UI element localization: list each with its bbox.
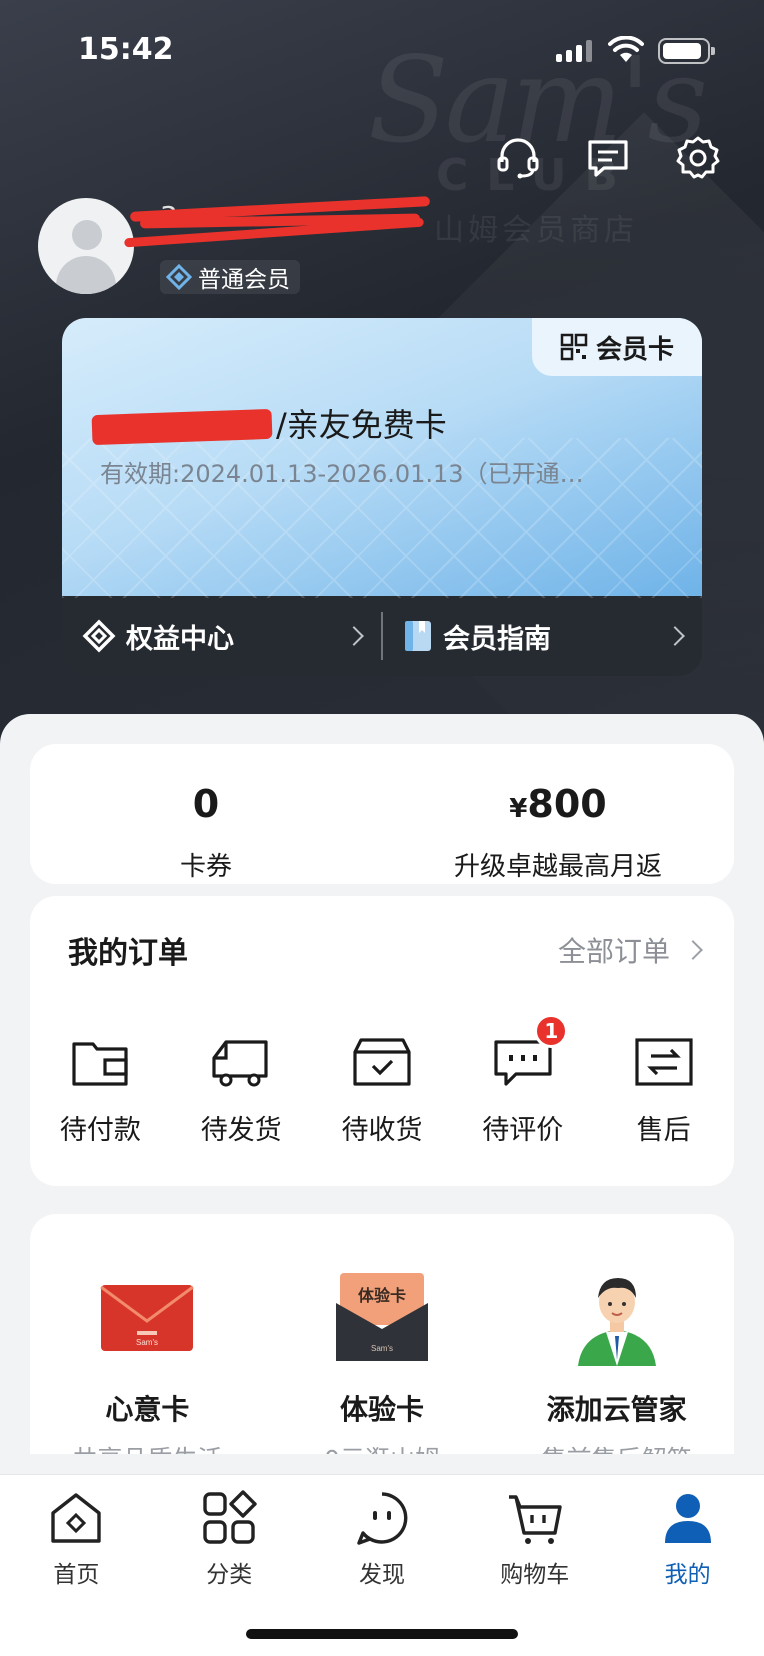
tab-profile-label: 我的 xyxy=(664,1562,711,1588)
tab-discover-label: 发现 xyxy=(358,1562,405,1588)
order-pending-shipment[interactable]: 待发货 xyxy=(171,1034,312,1147)
cloud-butler-name: 添加云管家 xyxy=(546,1393,687,1426)
all-orders-link[interactable]: 全部订单 xyxy=(557,930,703,970)
settings-icon[interactable] xyxy=(674,134,722,182)
chevron-right-icon xyxy=(344,626,364,646)
tab-cart[interactable]: 购物车 xyxy=(458,1475,611,1595)
svg-text:体验卡: 体验卡 xyxy=(358,1286,406,1305)
trial-card-name: 体验卡 xyxy=(340,1393,425,1426)
member-level-badge[interactable]: 普通会员 xyxy=(160,260,300,294)
redaction-mark xyxy=(91,408,273,446)
member-level-label: 普通会员 xyxy=(198,267,290,293)
battery-icon xyxy=(658,38,715,64)
rebate-amount: ¥800 xyxy=(509,782,607,826)
member-card-tab-label: 会员卡 xyxy=(595,334,674,365)
cloud-butler-subtitle: 售前售后解答 xyxy=(499,1440,734,1454)
diamond-icon xyxy=(166,264,192,290)
tab-home-label: 首页 xyxy=(53,1562,100,1588)
member-card-tab[interactable]: 会员卡 xyxy=(532,318,702,376)
discover-icon xyxy=(357,1492,408,1545)
wallet-icon xyxy=(72,1042,128,1086)
avatar[interactable] xyxy=(38,198,134,294)
all-orders-label: 全部订单 xyxy=(557,935,670,968)
order-pending-receipt-label: 待收货 xyxy=(341,1115,423,1146)
category-icon xyxy=(203,1490,257,1544)
exchange-icon xyxy=(634,1038,693,1086)
assistant-avatar-image xyxy=(577,1278,656,1366)
order-after-sales[interactable]: 售后 xyxy=(593,1034,734,1147)
order-status-row: 待付款 待发货 待收货 1 待评价 售后 xyxy=(30,1014,734,1147)
svg-text:Sam's: Sam's xyxy=(136,1338,158,1347)
chevron-right-icon xyxy=(683,940,703,960)
card-validity: 有效期:2024.01.13-2026.01.13（已开通… xyxy=(100,460,584,488)
rebate-label: 升级卓越最高月返 xyxy=(453,852,662,882)
member-guide-link[interactable]: 会员指南 xyxy=(383,596,702,676)
cellular-signal-icon xyxy=(556,40,592,62)
review-count-badge: 1 xyxy=(534,1014,569,1048)
services-panel: Sam's 心意卡 共享品质生活 体验卡 Sam's 体验卡 0元逛山姆 xyxy=(30,1214,734,1454)
bottom-tab-bar: 首页 分类 发现 购物车 我的 xyxy=(0,1474,764,1656)
trial-card-subtitle: 0元逛山姆 xyxy=(265,1440,500,1454)
benefits-center-link[interactable]: 权益中心 xyxy=(62,596,381,676)
cloud-butler-service[interactable]: 添加云管家 售前售后解答 xyxy=(499,1214,734,1454)
gift-card-service[interactable]: Sam's 心意卡 共享品质生活 xyxy=(30,1214,265,1454)
gift-card-subtitle: 共享品质生活 xyxy=(30,1440,265,1454)
trial-card-service[interactable]: 体验卡 Sam's 体验卡 0元逛山姆 xyxy=(265,1214,500,1454)
tab-discover[interactable]: 发现 xyxy=(306,1475,459,1595)
tab-cart-label: 购物车 xyxy=(500,1562,570,1588)
home-icon xyxy=(51,1493,102,1543)
book-icon xyxy=(405,621,431,651)
member-card[interactable]: 会员卡 /亲友免费卡 有效期:2024.01.13-2026.01.13（已开通… xyxy=(62,318,702,676)
gift-card-image: Sam's xyxy=(100,1285,195,1351)
card-type: /亲友免费卡 xyxy=(91,400,447,446)
member-guide-label: 会员指南 xyxy=(443,623,551,655)
card-type-label: /亲友免费卡 xyxy=(276,406,447,444)
order-pending-review[interactable]: 1 待评价 xyxy=(452,1014,593,1147)
order-pending-payment[interactable]: 待付款 xyxy=(30,1034,171,1147)
tab-home[interactable]: 首页 xyxy=(0,1475,153,1595)
tab-category[interactable]: 分类 xyxy=(153,1475,306,1595)
orders-title: 我的订单 xyxy=(68,936,188,971)
message-icon[interactable] xyxy=(584,134,632,182)
profile-icon xyxy=(664,1494,711,1543)
upgrade-rebate-stat[interactable]: ¥800 升级卓越最高月返 xyxy=(382,744,734,884)
chevron-right-icon xyxy=(665,626,685,646)
diamond-icon xyxy=(82,619,116,653)
trial-card-image: 体验卡 Sam's xyxy=(336,1273,428,1361)
username: 3 xyxy=(124,196,440,248)
order-pending-shipment-label: 待发货 xyxy=(200,1115,282,1146)
home-indicator[interactable] xyxy=(246,1629,518,1639)
coupons-count: 0 xyxy=(192,782,220,826)
order-pending-receipt[interactable]: 待收货 xyxy=(312,1034,453,1147)
wifi-icon xyxy=(608,36,644,62)
member-card-face: 会员卡 /亲友免费卡 有效期:2024.01.13-2026.01.13（已开通… xyxy=(62,318,702,598)
orders-panel: 我的订单 全部订单 待付款 待发货 待收货 1 待评价 售后 xyxy=(30,896,734,1186)
truck-icon xyxy=(212,1040,268,1087)
tab-profile[interactable]: 我的 xyxy=(611,1475,764,1595)
gift-card-name: 心意卡 xyxy=(105,1393,190,1426)
coupons-stat[interactable]: 0 卡券 xyxy=(30,744,382,884)
benefits-center-label: 权益中心 xyxy=(126,623,234,655)
tab-category-label: 分类 xyxy=(206,1562,253,1588)
stats-panel: 0 卡券 ¥800 升级卓越最高月返 xyxy=(30,744,734,884)
order-pending-review-label: 待评价 xyxy=(482,1115,564,1146)
status-bar: 15:42 xyxy=(0,0,764,100)
qr-code-icon xyxy=(560,333,588,361)
status-time: 15:42 xyxy=(78,32,174,67)
order-pending-payment-label: 待付款 xyxy=(59,1115,141,1146)
member-card-links: 权益中心 会员指南 xyxy=(62,596,702,676)
cart-icon xyxy=(508,1495,562,1544)
svg-text:Sam's: Sam's xyxy=(371,1344,393,1353)
coupons-label: 卡券 xyxy=(179,852,232,882)
headset-icon[interactable] xyxy=(494,134,542,182)
order-after-sales-label: 售后 xyxy=(636,1115,691,1146)
box-check-icon xyxy=(353,1038,411,1086)
